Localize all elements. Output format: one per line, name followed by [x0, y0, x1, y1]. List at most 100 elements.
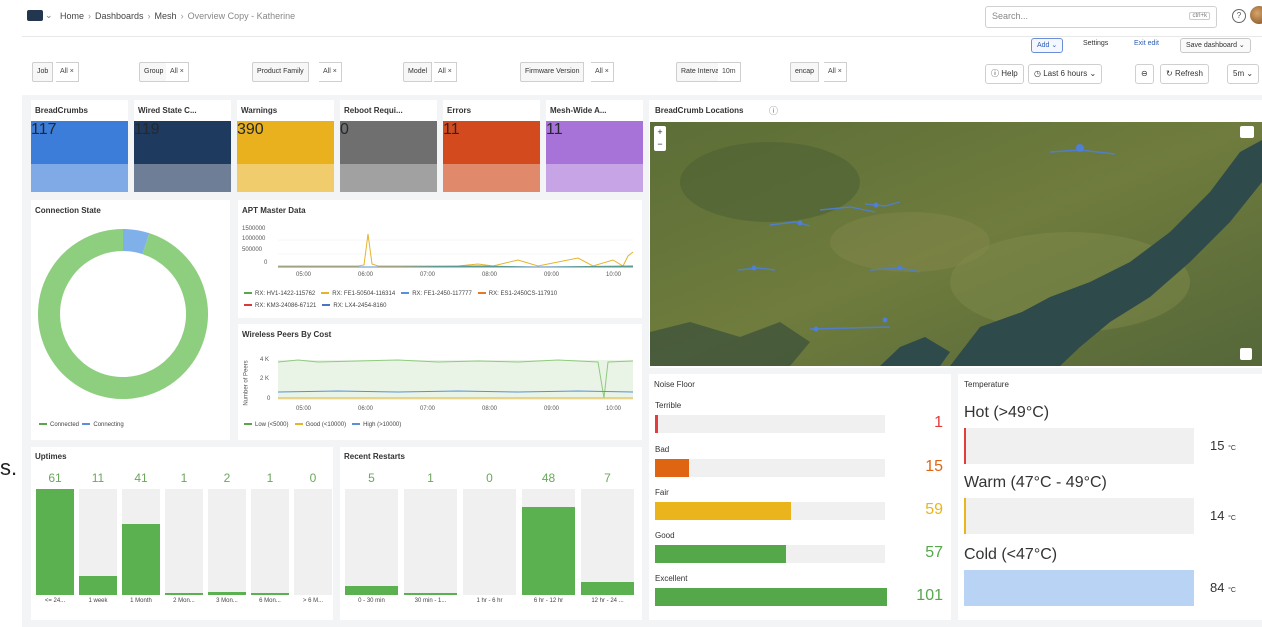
- bar-column[interactable]: [165, 489, 203, 595]
- search-input[interactable]: Search... ctrl+k: [985, 6, 1217, 28]
- panel-title: BreadCrumb Locations: [655, 106, 744, 115]
- stat-value-box: 390: [237, 121, 334, 192]
- variable-select[interactable]: All ×: [591, 62, 614, 82]
- stat-value-box: 119: [134, 121, 231, 192]
- noise-bar-track[interactable]: [655, 545, 885, 563]
- legend-item[interactable]: High (>10000): [352, 422, 401, 428]
- temperature-bar-track[interactable]: [964, 570, 1194, 606]
- map-attribution-icon[interactable]: [1240, 348, 1252, 360]
- noise-bar: [655, 459, 690, 477]
- temperature-unit: °C: [1228, 587, 1236, 594]
- noise-floor-panel: Noise Floor Terrible 1 Bad 15 Fair 59 Good 57 Ex…: [649, 374, 951, 620]
- stat-sparkline: [340, 164, 437, 192]
- x-tick: 08:00: [482, 406, 498, 412]
- noise-bar: [655, 502, 791, 520]
- stat-value: 119: [134, 121, 160, 138]
- map-layers-icon[interactable]: [1240, 126, 1254, 138]
- temperature-bar-track[interactable]: [964, 498, 1194, 534]
- noise-bar-track[interactable]: [655, 415, 885, 433]
- variable-select[interactable]: All ×: [166, 62, 189, 82]
- legend-item[interactable]: RX: LX4-2454-8160: [322, 300, 386, 312]
- add-button[interactable]: Add ⌄: [1031, 38, 1064, 53]
- exit-edit-button[interactable]: Exit edit: [1134, 40, 1159, 47]
- refresh-interval-select[interactable]: 5m ⌄: [1227, 64, 1260, 84]
- bar-column[interactable]: [251, 489, 289, 595]
- zoom-out-time-button[interactable]: ⊖: [1135, 64, 1154, 84]
- legend-item[interactable]: Good (<10000): [294, 422, 346, 428]
- legend-item[interactable]: Low (<5000): [244, 422, 289, 428]
- stat-value: 390: [237, 121, 264, 138]
- bar-column[interactable]: [36, 489, 74, 595]
- bar: [79, 576, 117, 595]
- variable-select[interactable]: All ×: [824, 62, 847, 82]
- map-zoom-controls: + −: [654, 126, 666, 151]
- stat-value: 117: [31, 121, 57, 138]
- temperature-value: 14 °C: [1210, 508, 1236, 523]
- bar-category-label: 6 hr - 12 hr: [533, 598, 564, 604]
- legend-swatch: [244, 292, 252, 295]
- stat-title: Warnings: [241, 106, 278, 115]
- donut-slice-connected[interactable]: [38, 229, 208, 399]
- bar-column[interactable]: [522, 489, 575, 595]
- legend-swatch: [294, 423, 303, 426]
- variable-select[interactable]: All ×: [434, 62, 457, 82]
- bar: [581, 582, 634, 595]
- legend-item[interactable]: RX: ES1-2450CS-117910: [477, 288, 557, 300]
- search-shortcut: ctrl+k: [1189, 12, 1210, 20]
- panel-title: APT Master Data: [242, 206, 306, 215]
- save-dashboard-button[interactable]: Save dashboard ⌄: [1180, 38, 1251, 53]
- stat-sparkline: [546, 164, 643, 192]
- satellite-map[interactable]: [650, 122, 1262, 366]
- breadcrumb-mesh[interactable]: Mesh: [155, 11, 177, 21]
- stat-sparkline: [443, 164, 540, 192]
- zoom-in-button[interactable]: +: [654, 126, 666, 138]
- stat-value: 0: [340, 121, 349, 138]
- legend-item[interactable]: RX: FE1-50504-116314: [321, 288, 395, 300]
- noise-bar-track[interactable]: [655, 459, 885, 477]
- variable-select[interactable]: 10m: [718, 62, 741, 82]
- bar-value-label: 1: [427, 471, 434, 485]
- legend-swatch: [321, 292, 330, 295]
- info-icon[interactable]: ⓘ: [769, 104, 778, 117]
- bar-column[interactable]: [463, 489, 516, 595]
- settings-button[interactable]: Settings: [1083, 40, 1108, 47]
- avatar[interactable]: [1250, 6, 1262, 24]
- bar: [345, 586, 398, 595]
- noise-bar: [655, 415, 658, 433]
- variable-select[interactable]: All ×: [319, 62, 342, 82]
- x-tick: 07:00: [420, 406, 436, 412]
- temperature-bar-track[interactable]: [964, 428, 1194, 464]
- uptimes-panel: Uptimes 61 <= 24... 11 1 week 41 1 Month 1 2 Mo…: [31, 447, 333, 620]
- bar-category-label: 2 Mon...: [173, 598, 195, 604]
- temperature-number: 15: [1210, 438, 1225, 453]
- noise-bar-track[interactable]: [655, 588, 887, 606]
- noise-label: Good: [655, 531, 675, 540]
- donut-slice-connecting[interactable]: [122, 229, 150, 255]
- breadcrumb-dashboards[interactable]: Dashboards: [95, 11, 144, 21]
- help-button[interactable]: ⓘ Help: [985, 64, 1024, 84]
- stat-panel: Reboot Requi... 0: [340, 100, 437, 192]
- legend-item[interactable]: RX: KM3-24086-67121: [244, 300, 316, 312]
- logo-icon[interactable]: [27, 10, 43, 21]
- bar-column[interactable]: [404, 489, 457, 595]
- time-range-picker[interactable]: ◷ Last 6 hours ⌄: [1028, 64, 1103, 84]
- breadcrumb-home[interactable]: Home: [60, 11, 84, 21]
- bar-column[interactable]: [208, 489, 246, 595]
- bar-column[interactable]: [122, 489, 160, 595]
- legend-item[interactable]: RX: FE1-2450-117777: [401, 288, 472, 300]
- bar-column[interactable]: [581, 489, 634, 595]
- legend-item[interactable]: RX: HV1-1422-115762: [244, 288, 315, 300]
- legend-swatch: [244, 304, 252, 307]
- y-tick: 2 K: [260, 376, 270, 382]
- noise-bar-track[interactable]: [655, 502, 885, 520]
- bar-column[interactable]: [345, 489, 398, 595]
- bar-column[interactable]: [79, 489, 117, 595]
- apt-legend: RX: HV1-1422-115762 RX: FE1-50504-116314 R…: [244, 288, 634, 312]
- help-icon[interactable]: ?: [1232, 9, 1246, 23]
- bar-column[interactable]: [294, 489, 332, 595]
- refresh-button[interactable]: ↻ Refresh: [1160, 64, 1209, 84]
- zoom-out-button[interactable]: −: [654, 138, 666, 150]
- variable-select[interactable]: All ×: [56, 62, 79, 82]
- chevron-down-icon[interactable]: ⌄: [45, 10, 53, 21]
- bar: [36, 489, 74, 595]
